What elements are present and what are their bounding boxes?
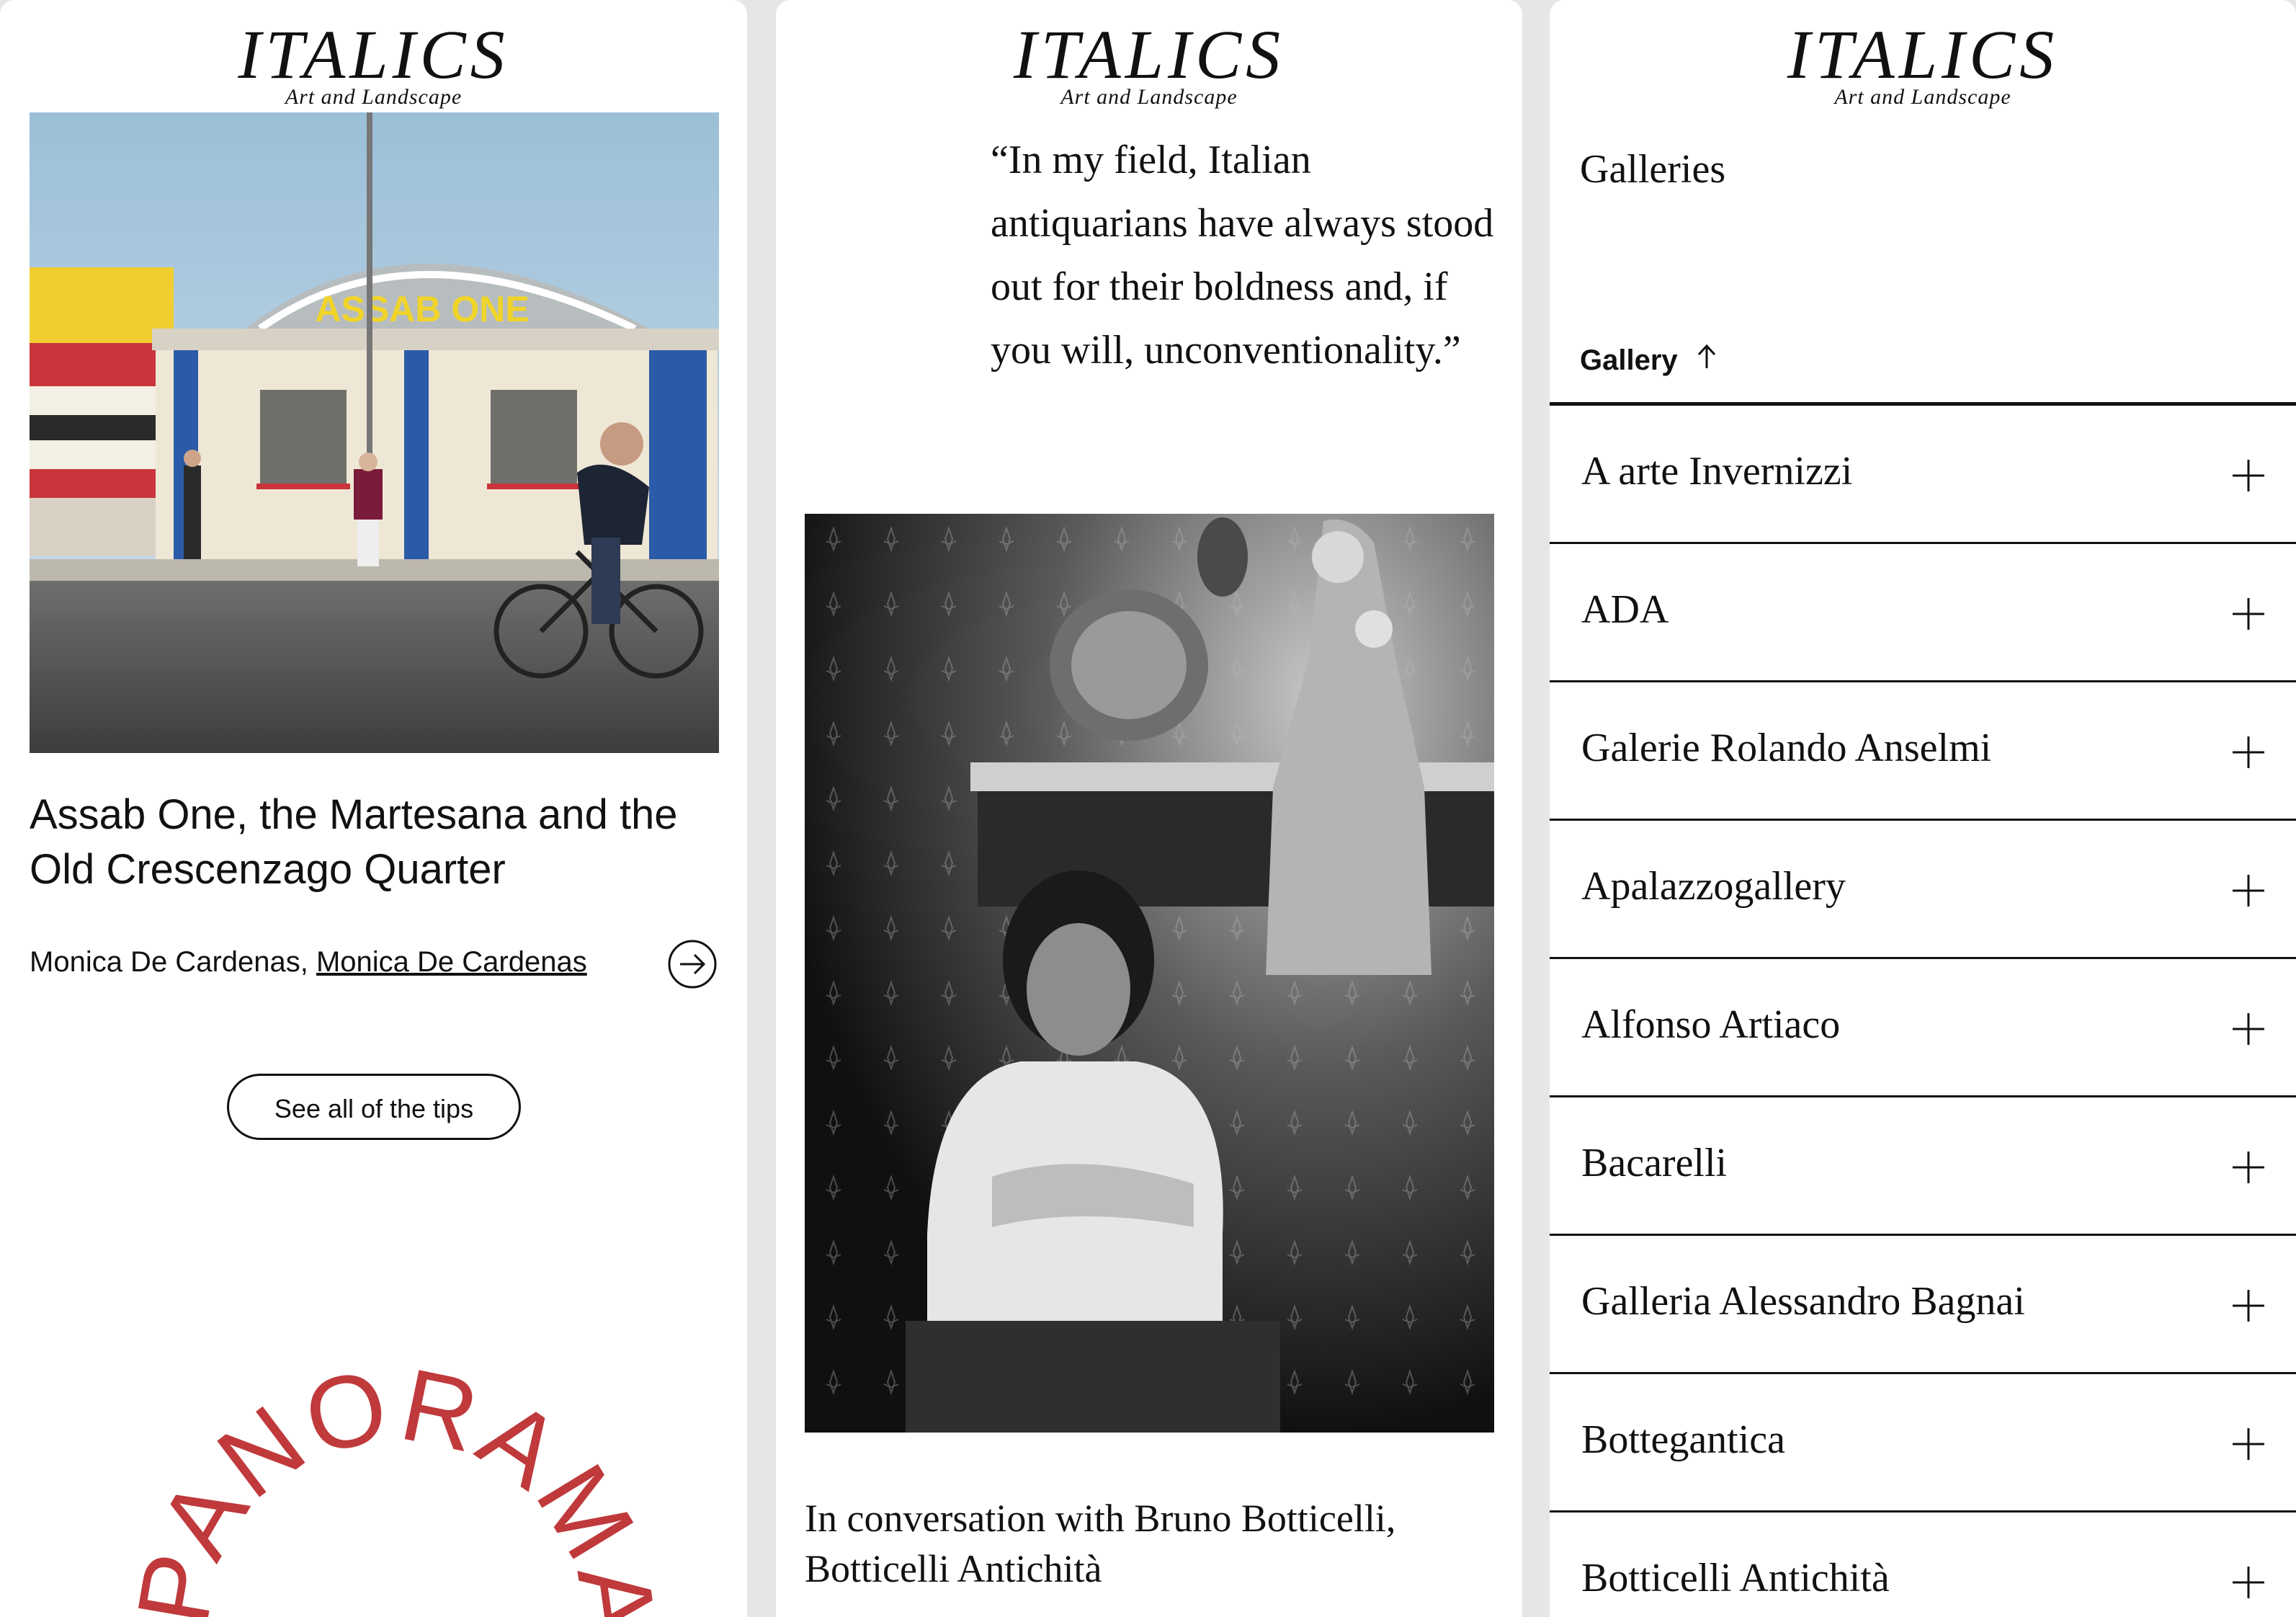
photo-sign: ASSAB ONE: [315, 289, 529, 329]
gallery-name: Alfonso Artiaco: [1581, 1002, 1841, 1047]
gallery-name: A arte Invernizzi: [1581, 449, 1853, 494]
pull-quote: “In my field, Italian antiquarians have …: [991, 138, 1494, 373]
logo-tagline: Art and Landscape: [285, 85, 463, 109]
byline-author-link[interactable]: Monica De Cardenas: [316, 946, 587, 978]
botticelli-portrait-photo[interactable]: [805, 514, 1494, 1433]
arrow-right-circle-icon[interactable]: [667, 939, 718, 989]
gallery-row[interactable]: Galleria Alessandro Bagnai: [1550, 1236, 2296, 1374]
gallery-row[interactable]: A arte Invernizzi: [1550, 406, 2296, 544]
galleries-panel: ITALICS Art and Landscape Galleries Gall…: [1550, 0, 2296, 1617]
assab-one-photo[interactable]: ASSAB ONE: [30, 112, 719, 753]
plus-icon[interactable]: [2230, 1149, 2266, 1185]
plus-icon[interactable]: [2230, 1011, 2266, 1047]
sort-by-gallery-button[interactable]: Gallery: [1580, 340, 1717, 382]
italics-logo[interactable]: ITALICS Art and Landscape: [776, 20, 1522, 108]
gallery-name: Botticelli Antichità: [1581, 1556, 1890, 1600]
logo-wordmark: ITALICS: [238, 16, 509, 93]
galleries-list: A arte Invernizzi ADA Galerie Rolando Anse…: [1550, 402, 2296, 1617]
interview-panel: ITALICS Art and Landscape “In my field, …: [776, 0, 1522, 1617]
page-title: Galleries: [1580, 147, 1726, 192]
plus-icon[interactable]: [2230, 458, 2266, 494]
gallery-name: Bacarelli: [1581, 1141, 1728, 1185]
gallery-name: Bottegantica: [1581, 1417, 1786, 1462]
panorama-text: PANORAMA MON: [0, 1032, 675, 1617]
logo-tagline: Art and Landscape: [1834, 85, 2011, 109]
gallery-name: ADA: [1581, 587, 1669, 632]
logo-tagline: Art and Landscape: [1060, 85, 1238, 109]
gallery-name: Galleria Alessandro Bagnai: [1581, 1279, 2025, 1324]
logo-wordmark: ITALICS: [1013, 16, 1285, 93]
gallery-row[interactable]: Alfonso Artiaco: [1550, 959, 2296, 1097]
panorama-circular-text[interactable]: PANORAMA MON: [0, 1032, 747, 1617]
article-title[interactable]: Assab One, the Martesana and the Old Cre…: [30, 788, 721, 897]
italics-logo[interactable]: ITALICS Art and Landscape: [1550, 20, 2296, 108]
byline-author: Monica De Cardenas,: [30, 946, 308, 978]
plus-icon[interactable]: [2230, 1564, 2266, 1600]
logo-wordmark: ITALICS: [1787, 16, 2059, 93]
svg-text:PANORAMA MON: PANORAMA MON: [0, 1124, 678, 1617]
sort-label: Gallery: [1580, 344, 1678, 376]
italics-logo[interactable]: ITALICS Art and Landscape: [0, 20, 747, 108]
plus-icon[interactable]: [2230, 596, 2266, 632]
gallery-row[interactable]: Botticelli Antichità: [1550, 1513, 2296, 1617]
tips-panel: ITALICS Art and Landscape ASSAB ONE Assa…: [0, 0, 747, 1617]
plus-icon[interactable]: [2230, 1288, 2266, 1324]
plus-icon[interactable]: [2230, 1426, 2266, 1462]
arrow-up-icon: [1696, 342, 1717, 382]
plus-icon[interactable]: [2230, 734, 2266, 770]
gallery-name: Galerie Rolando Anselmi: [1581, 726, 1992, 770]
gallery-row[interactable]: Galerie Rolando Anselmi: [1550, 682, 2296, 821]
gallery-row[interactable]: Apalazzogallery: [1550, 821, 2296, 959]
photo-caption[interactable]: In conversation with Bruno Botticelli, B…: [805, 1493, 1496, 1594]
plus-icon[interactable]: [2230, 873, 2266, 909]
gallery-row[interactable]: Bottegantica: [1550, 1374, 2296, 1513]
byline: Monica De Cardenas, Monica De Cardenas: [30, 945, 587, 979]
gallery-row[interactable]: ADA: [1550, 544, 2296, 682]
gallery-name: Apalazzogallery: [1581, 864, 1846, 909]
gallery-row[interactable]: Bacarelli: [1550, 1097, 2296, 1236]
